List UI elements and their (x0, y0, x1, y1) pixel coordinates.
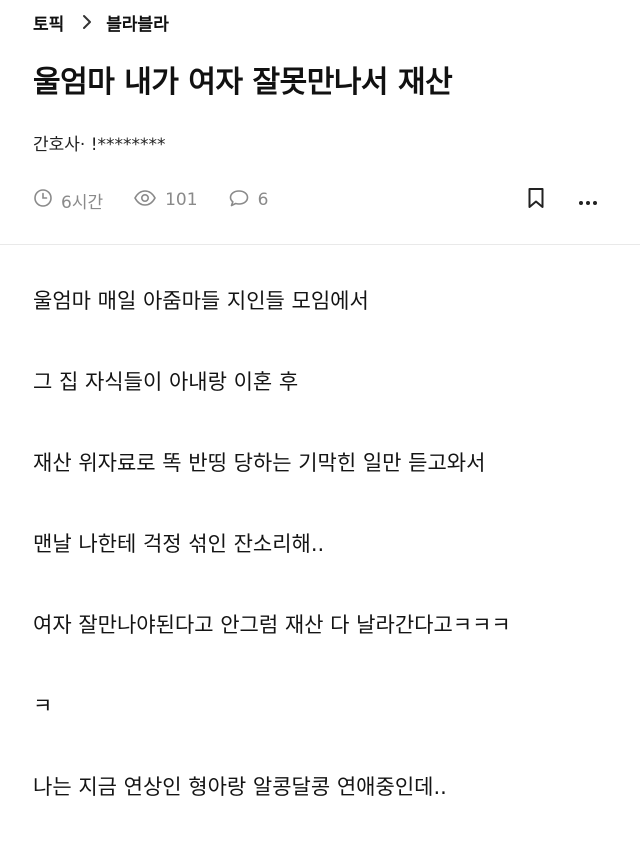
chevron-right-icon (82, 14, 92, 30)
post-meta: 6시간 101 6 (33, 184, 298, 216)
breadcrumb-board[interactable]: 블라블라 (106, 10, 169, 35)
post-paragraph: 맨날 나한테 걱정 섞인 잔소리해.. (33, 532, 325, 556)
clock-icon (33, 188, 61, 213)
post-comments[interactable]: 6 (228, 188, 269, 213)
eye-icon (133, 188, 165, 213)
post-paragraph: 울엄마 매일 아줌마들 지인들 모임에서 (33, 289, 369, 313)
post-paragraph: 여자 잘만나야된다고 안그럼 재산 다 날라간다고ㅋㅋㅋ (33, 613, 511, 637)
divider (0, 244, 640, 245)
post-time: 6시간 (33, 188, 103, 213)
post-comments-value: 6 (257, 190, 269, 210)
post-views-value: 101 (165, 190, 198, 210)
breadcrumb-topic[interactable]: 토픽 (33, 10, 64, 35)
more-button[interactable] (572, 184, 604, 216)
breadcrumb: 토픽 블라블라 (33, 8, 169, 36)
speech-bubble-icon (228, 188, 258, 213)
post-actions (500, 184, 604, 216)
post-paragraph: ㅋ (33, 694, 53, 718)
post-paragraph: 재산 위자료로 똑 반띵 당하는 기막힌 일만 듣고와서 (33, 451, 486, 475)
post-paragraph: 그 집 자식들이 아내랑 이혼 후 (33, 370, 299, 394)
post-body: 울엄마 매일 아줌마들 지인들 모임에서 그 집 자식들이 아내랑 이혼 후 재… (33, 284, 633, 851)
post-views: 101 (133, 188, 198, 213)
more-icon (578, 191, 598, 210)
bookmark-button[interactable] (520, 184, 552, 216)
post-title: 울엄마 내가 여자 잘못만나서 재산 (33, 65, 453, 100)
post-author[interactable]: 간호사· !******** (33, 132, 166, 158)
post-paragraph: 나는 지금 연상인 형아랑 알콩달콩 연애중인데.. (33, 775, 447, 799)
bookmark-icon (527, 187, 545, 213)
post-time-value: 6시간 (61, 192, 104, 213)
